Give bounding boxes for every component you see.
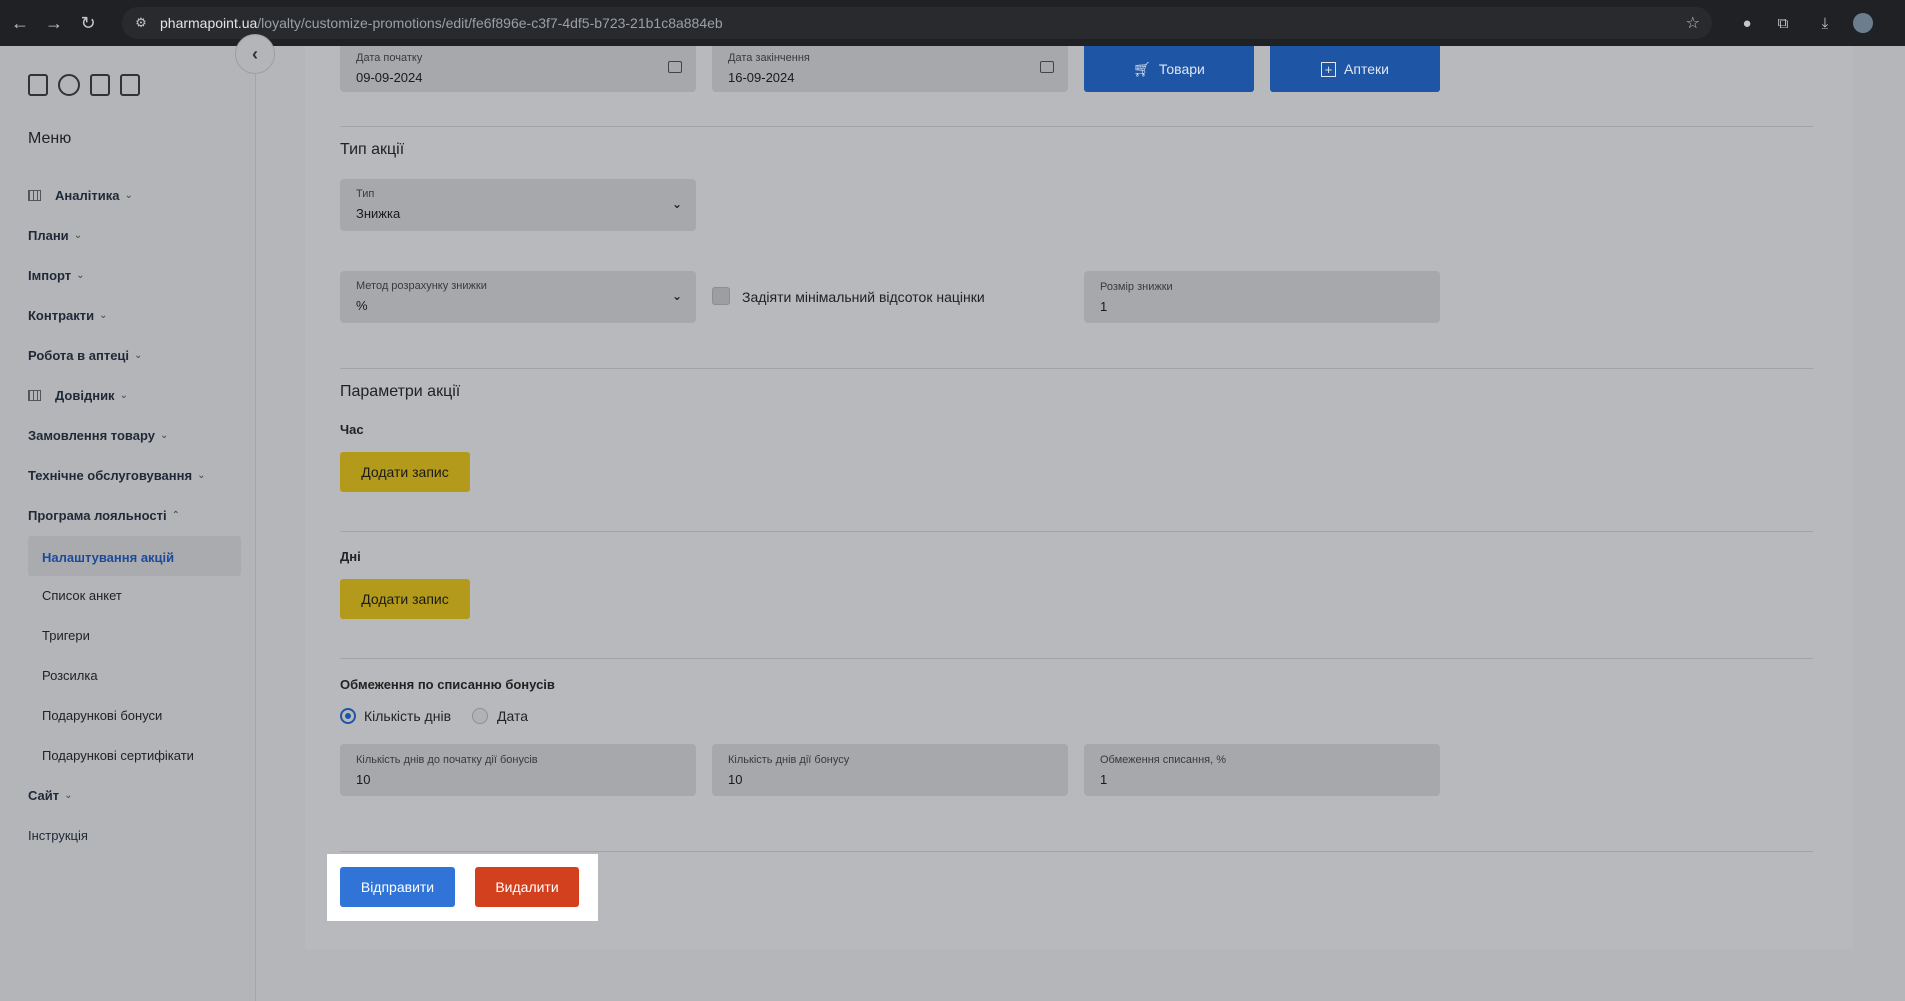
menu-title: Меню [28, 130, 72, 147]
sidebar-item-site[interactable]: Сайт ⌄ [28, 788, 73, 803]
sidebar-item-pharmacy-work[interactable]: Робота в аптеці ⌄ [28, 348, 142, 363]
calendar-icon[interactable] [28, 74, 48, 96]
extensions-puzzle-icon[interactable]: ⧉ [1773, 13, 1793, 33]
chevron-up-icon: ⌃ [171, 510, 181, 521]
chevron-down-icon: ⌄ [64, 790, 73, 801]
sidebar-item-directory[interactable]: Довідник ⌄ [28, 388, 128, 403]
chevron-down-icon: ⌄ [76, 270, 85, 281]
sidebar-subitem-mailing[interactable]: Розсилка [42, 668, 98, 683]
chevron-down-icon: ⌄ [134, 350, 143, 361]
chevron-down-icon: ⌄ [160, 430, 169, 441]
discount-method-select[interactable]: Метод розрахунку знижки % ⌄ [340, 271, 696, 323]
sidebar-subitem-gift-bonuses[interactable]: Подарункові бонуси [42, 708, 162, 723]
add-days-record-button[interactable]: Додати запис [340, 579, 470, 619]
book-icon[interactable] [120, 74, 140, 96]
divider [340, 851, 1813, 852]
cart-icon: 🛒︎ [1133, 60, 1151, 77]
sidebar-item-plans[interactable]: Плани ⌄ [28, 228, 82, 243]
end-date-field[interactable]: Дата закінчення 16-09-2024 [712, 46, 1068, 92]
min-margin-checkbox[interactable] [712, 287, 730, 305]
chevron-down-icon: ⌄ [119, 390, 128, 401]
sidebar-item-maintenance[interactable]: Технічне обслуговування ⌄ [28, 468, 205, 483]
url-text: pharmapoint.ua/loyalty/customize-promoti… [160, 15, 723, 31]
sidebar-item-loyalty[interactable]: Програма лояльності ⌃ [28, 508, 180, 523]
min-margin-label: Задіяти мінімальний відсоток націнки [742, 289, 985, 305]
sidebar-subitem-gift-certificates[interactable]: Подарункові сертифікати [42, 748, 194, 763]
days-title: Дні [340, 549, 361, 564]
divider [340, 658, 1813, 659]
sidebar-subitem-triggers[interactable]: Тригери [42, 628, 90, 643]
sidebar-item-analytics[interactable]: Аналітика ⌄ [28, 188, 133, 203]
discount-size-field[interactable]: Розмір знижки 1 [1084, 271, 1440, 323]
pharmacies-button[interactable]: + Аптеки [1270, 46, 1440, 92]
type-select[interactable]: Тип Знижка ⌄ [340, 179, 696, 231]
start-date-field[interactable]: Дата початку 09-09-2024 [340, 46, 696, 92]
table-icon [28, 190, 41, 201]
chevron-down-icon: ⌄ [73, 230, 83, 241]
chevron-down-icon: ⌄ [197, 470, 206, 481]
back-icon[interactable]: ← [6, 9, 34, 37]
chevron-down-icon: ⌄ [671, 289, 682, 303]
site-info-icon[interactable]: ⚙ [132, 14, 150, 32]
goods-button[interactable]: 🛒︎ Товари [1084, 46, 1254, 92]
profile-avatar[interactable] [1853, 13, 1873, 33]
radio-days-count[interactable] [340, 708, 356, 724]
bonus-limit-title: Обмеження по списанню бонусів [340, 677, 555, 692]
pie-chart-icon[interactable] [58, 74, 80, 96]
promo-type-title: Тип акції [340, 141, 405, 158]
collapse-sidebar-button[interactable]: ‹ [235, 34, 275, 74]
divider [340, 126, 1813, 127]
time-title: Час [340, 422, 364, 437]
delete-button[interactable]: Видалити [475, 867, 579, 907]
radio-date[interactable] [472, 708, 488, 724]
radio-date-label: Дата [497, 708, 529, 724]
sidebar-item-import[interactable]: Імпорт ⌄ [28, 268, 85, 283]
sidebar-subitem-questionnaires[interactable]: Список анкет [42, 588, 122, 603]
add-time-record-button[interactable]: Додати запис [340, 452, 470, 492]
calendar-icon[interactable] [1040, 61, 1054, 73]
sidebar-subitem-promotions-settings[interactable]: Налаштування акцій [28, 536, 241, 576]
list-icon [28, 390, 41, 401]
submit-button[interactable]: Відправити [340, 867, 455, 907]
chevron-down-icon: ⌄ [99, 310, 108, 321]
forward-icon[interactable]: → [40, 9, 68, 37]
download-icon[interactable]: ⤓ [1815, 13, 1835, 33]
address-bar[interactable]: ⚙ pharmapoint.ua/loyalty/customize-promo… [122, 7, 1712, 39]
divider [340, 531, 1813, 532]
chevron-down-icon: ⌄ [671, 197, 682, 211]
chevron-down-icon: ⌄ [124, 190, 133, 201]
plus-square-icon: + [1321, 61, 1337, 77]
browser-toolbar: ← → ↻ ⚙ pharmapoint.ua/loyalty/customize… [0, 0, 1905, 46]
extension-icon[interactable]: ● [1737, 13, 1757, 33]
sidebar-item-orders[interactable]: Замовлення товару ⌄ [28, 428, 168, 443]
days-bonus-active-field[interactable]: Кількість днів дії бонусу 10 [712, 744, 1068, 796]
divider [340, 368, 1813, 369]
write-off-limit-field[interactable]: Обмеження списання, % 1 [1084, 744, 1440, 796]
document-icon[interactable] [90, 74, 110, 96]
sidebar-top-icons [28, 74, 140, 96]
sidebar-item-contracts[interactable]: Контракти ⌄ [28, 308, 108, 323]
calendar-icon[interactable] [668, 61, 682, 73]
params-title: Параметри акції [340, 383, 461, 400]
days-before-start-field[interactable]: Кількість днів до початку дії бонусів 10 [340, 744, 696, 796]
sidebar-item-instruction[interactable]: Інструкція [28, 828, 88, 843]
radio-days-count-label: Кількість днів [364, 708, 452, 724]
bookmark-star-icon[interactable]: ☆ [1686, 13, 1700, 33]
reload-icon[interactable]: ↻ [74, 9, 102, 37]
